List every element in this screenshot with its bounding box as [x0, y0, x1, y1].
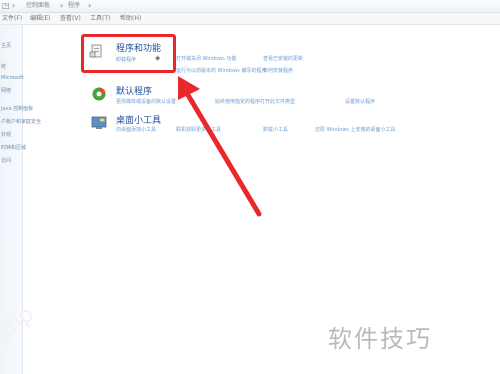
annotation-arrow [178, 76, 262, 217]
watermark-logo: 软件技巧 [328, 325, 432, 353]
